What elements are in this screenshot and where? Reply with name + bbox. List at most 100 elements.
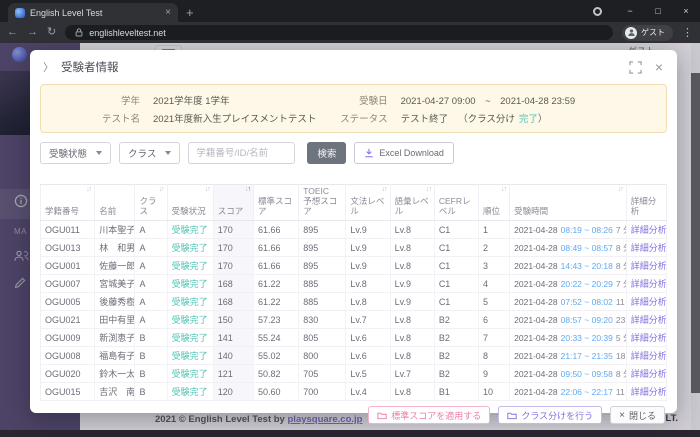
cell-rank: 3	[479, 257, 510, 275]
sort-icon[interactable]: ↓↑	[205, 186, 210, 194]
cell-detail: 詳細分析	[626, 293, 666, 311]
apply-standard-score-button[interactable]: 標準スコアを適用する	[368, 406, 490, 424]
reload-button[interactable]: ↻	[47, 27, 56, 38]
close-button[interactable]: × 閉じる	[610, 406, 665, 424]
close-x-icon: ×	[619, 410, 625, 421]
address-bar[interactable]: englishleveltest.net	[65, 25, 613, 40]
scrollbar-thumb[interactable]	[691, 73, 700, 393]
detail-analysis-link[interactable]: 詳細分析	[631, 279, 667, 289]
cell-vocab: Lv.8	[390, 257, 434, 275]
cell-cefr: C1	[434, 275, 478, 293]
browser-tab[interactable]: English Level Test ×	[8, 3, 178, 22]
cell-detail: 詳細分析	[626, 257, 666, 275]
run-class-division-button[interactable]: クラス分けを行う	[498, 406, 602, 424]
window-close-button[interactable]: ×	[672, 0, 700, 22]
cell-status: 受験完了	[167, 293, 213, 311]
profile-avatar-icon	[625, 27, 637, 39]
window-minimize-button[interactable]: −	[616, 0, 644, 22]
examinee-info-modal: 〉 受験者情報 × 学年 2021学年度 1学年 テスト名	[30, 50, 677, 413]
fullscreen-icon[interactable]	[629, 61, 642, 74]
cell-toeic: 830	[299, 311, 346, 329]
col-toeic: TOEIC 予想スコア	[299, 185, 346, 221]
detail-analysis-link[interactable]: 詳細分析	[631, 351, 667, 361]
browser-status-icon[interactable]	[593, 7, 602, 16]
detail-analysis-link[interactable]: 詳細分析	[631, 225, 667, 235]
detail-analysis-link[interactable]: 詳細分析	[631, 369, 667, 379]
col-vocab[interactable]: 語彙レベル↓↑	[390, 185, 434, 221]
search-input[interactable]	[188, 142, 295, 164]
detail-analysis-link[interactable]: 詳細分析	[631, 261, 667, 271]
col-id[interactable]: 学籍番号↓↑	[41, 185, 95, 221]
cell-std: 50.60	[253, 383, 298, 401]
sort-icon[interactable]: ↓↑	[382, 186, 387, 194]
col-grammar[interactable]: 文法レベル↓↑	[346, 185, 390, 221]
back-button[interactable]: ←	[7, 27, 18, 38]
cell-cefr: C1	[434, 257, 478, 275]
col-class[interactable]: クラス↓↑	[135, 185, 167, 221]
detail-analysis-link[interactable]: 詳細分析	[631, 297, 667, 307]
excel-download-button[interactable]: Excel Download	[354, 142, 454, 164]
cell-status: 受験完了	[167, 365, 213, 383]
cell-detail: 詳細分析	[626, 221, 666, 239]
browser-profile-button[interactable]: ゲスト	[622, 25, 673, 41]
table-row: OGU013林 和男A受験完了17061.66895Lv.9Lv.8C12202…	[41, 239, 667, 257]
cell-std: 61.22	[253, 275, 298, 293]
cell-vocab: Lv.9	[390, 293, 434, 311]
sort-icon[interactable]: ↓↑	[501, 186, 506, 194]
tab-close-icon[interactable]: ×	[165, 8, 171, 18]
grade-label: 学年	[55, 93, 140, 107]
cell-detail: 詳細分析	[626, 239, 666, 257]
cell-std: 61.22	[253, 293, 298, 311]
cell-class: A	[135, 293, 167, 311]
page-scrollbar[interactable]	[691, 43, 700, 430]
table-row: OGU009新渕恵子B受験完了14155.24805Lv.6Lv.8B27202…	[41, 329, 667, 347]
chevron-right-icon: 〉	[43, 59, 54, 75]
cell-cefr: B2	[434, 365, 478, 383]
profile-label: ゲスト	[641, 27, 665, 38]
cell-grammar: Lv.9	[346, 239, 390, 257]
cell-cefr: B2	[434, 311, 478, 329]
browser-menu-icon[interactable]: ⋮	[682, 26, 693, 39]
table-header-row: 学籍番号↓↑名前クラス↓↑受験状況↓↑スコア↓↑標準スコアTOEIC 予想スコア…	[41, 185, 667, 221]
sort-icon[interactable]: ↓↑	[159, 186, 164, 194]
col-time[interactable]: 受験時間↓↑	[510, 185, 627, 221]
new-tab-button[interactable]: +	[186, 5, 194, 20]
modal-close-icon[interactable]: ×	[655, 60, 663, 74]
table-row: OGU020鈴木一太B受験完了12150.82705Lv.5Lv.7B29202…	[41, 365, 667, 383]
cell-time: 2021-04-2814:43 ~ 20:188 分	[510, 257, 627, 275]
search-button[interactable]: 検索	[307, 142, 346, 164]
class-select-label: クラス	[128, 146, 156, 160]
cell-detail: 詳細分析	[626, 383, 666, 401]
sort-icon[interactable]: ↓↑	[426, 186, 431, 194]
forward-button[interactable]: →	[27, 27, 38, 38]
cell-std: 57.23	[253, 311, 298, 329]
col-score[interactable]: スコア↓↑	[213, 185, 253, 221]
col-rank[interactable]: 順位↓↑	[479, 185, 510, 221]
cell-status: 受験完了	[167, 257, 213, 275]
exam-status-select[interactable]: 受験状態	[40, 142, 111, 164]
cell-std: 55.02	[253, 347, 298, 365]
detail-analysis-link[interactable]: 詳細分析	[631, 243, 667, 253]
cell-id: OGU015	[41, 383, 95, 401]
exam-date-label: 受験日	[336, 93, 388, 107]
close-button-label: 閉じる	[629, 409, 656, 422]
detail-analysis-link[interactable]: 詳細分析	[631, 333, 667, 343]
cell-name: 宮城美子	[95, 275, 135, 293]
cell-detail: 詳細分析	[626, 275, 666, 293]
detail-analysis-link[interactable]: 詳細分析	[631, 315, 667, 325]
col-status[interactable]: 受験状況↓↑	[167, 185, 213, 221]
detail-analysis-link[interactable]: 詳細分析	[631, 387, 667, 397]
class-select[interactable]: クラス	[119, 142, 180, 164]
cell-score: 170	[213, 257, 253, 275]
sort-icon[interactable]: ↓↑	[618, 186, 623, 194]
window-maximize-button[interactable]: □	[644, 0, 672, 22]
cell-id: OGU005	[41, 293, 95, 311]
cell-rank: 5	[479, 293, 510, 311]
sort-icon[interactable]: ↓↑	[245, 186, 250, 194]
sort-icon[interactable]: ↓↑	[86, 186, 91, 194]
cell-std: 61.66	[253, 239, 298, 257]
cell-detail: 詳細分析	[626, 365, 666, 383]
cell-status: 受験完了	[167, 239, 213, 257]
cell-toeic: 705	[299, 365, 346, 383]
cell-class: B	[135, 329, 167, 347]
